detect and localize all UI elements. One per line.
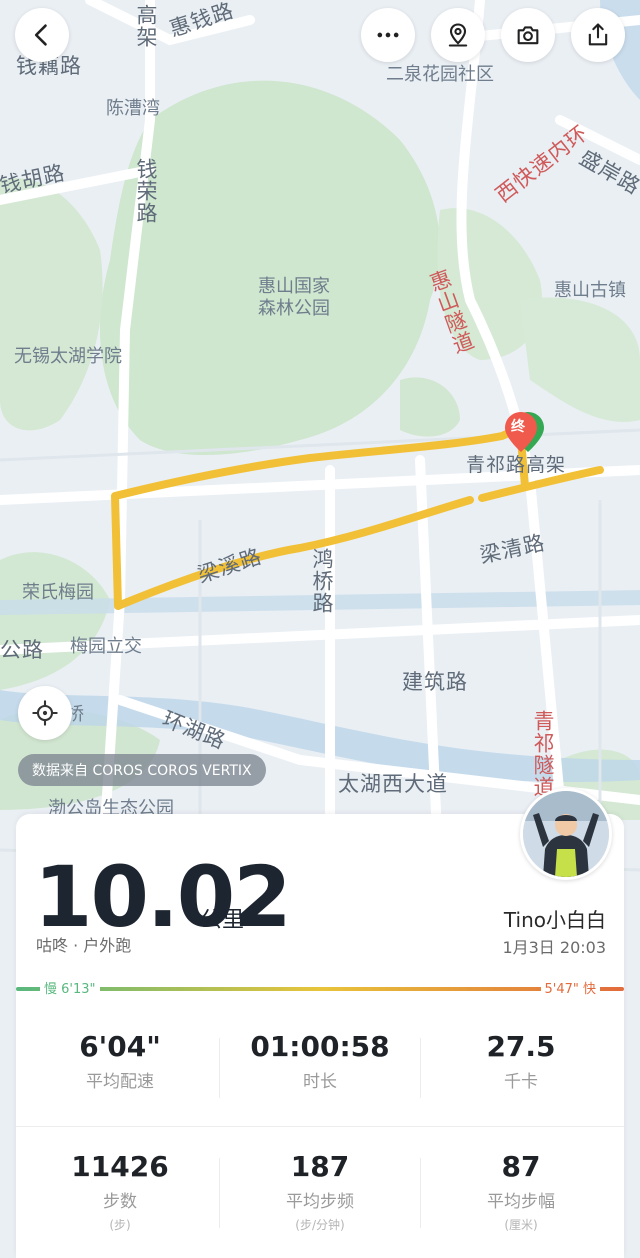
stat-unit: (步) [109, 1218, 131, 1232]
data-source-badge: 数据来自 COROS COROS VERTIX [18, 754, 266, 786]
end-marker-pin[interactable]: 终 [504, 410, 546, 458]
more-button[interactable] [361, 8, 415, 62]
stat-label: 平均配速 [86, 1072, 154, 1092]
crosshair-icon [32, 700, 58, 726]
stat-label: 平均步频 [286, 1192, 354, 1212]
stat-value: 11426 [71, 1150, 169, 1183]
pace-gradient-bar [16, 987, 624, 991]
map-label: 太湖西大道 [338, 772, 448, 796]
stat-cadence: 187 平均步频 (步/分钟) [220, 1150, 420, 1233]
avatar-image [523, 791, 609, 877]
stat-value: 87 [501, 1150, 541, 1183]
stat-avg-pace: 6'04" 平均配速 [20, 1030, 220, 1092]
stat-calories: 27.5 千卡 [421, 1030, 621, 1092]
camera-icon [517, 26, 539, 45]
user-name[interactable]: Tino小白白 [504, 904, 606, 933]
map-label: 鸿桥路 [310, 548, 334, 614]
stat-value: 187 [290, 1150, 350, 1183]
stat-value: 27.5 [486, 1030, 556, 1063]
map-label: 钱荣路 [134, 158, 158, 224]
stat-steps: 11426 步数 (步) [20, 1150, 220, 1233]
more-dots-icon [377, 32, 399, 38]
chevron-left-icon [34, 24, 47, 46]
map-label: 惠山古镇 [554, 280, 626, 301]
stat-unit: (步/分钟) [295, 1218, 345, 1232]
map-label: 荣氏梅园 [22, 582, 94, 603]
back-button[interactable] [15, 8, 69, 62]
stat-duration: 01:00:58 时长 [220, 1030, 420, 1092]
map-label: 梅园立交 [70, 636, 142, 657]
map-label: 公路 [0, 638, 44, 662]
pace-slow-label: 慢 6'13" [40, 978, 100, 997]
stat-unit: (厘米) [504, 1218, 538, 1232]
map-label: 无锡太湖学院 [14, 346, 122, 367]
activity-summary-card: 10.02 公里 咕咚 · 户外跑 Tino小白白 1月3日 20:03 慢 6… [16, 814, 624, 1258]
stat-label: 千卡 [504, 1072, 538, 1092]
location-pin-icon [448, 23, 468, 47]
share-button[interactable] [571, 8, 625, 62]
camera-button[interactable] [501, 8, 555, 62]
activity-type: 咕咚 · 户外跑 [36, 936, 132, 955]
map-label: 高架 [134, 4, 158, 48]
stat-stride: 87 平均步幅 (厘米) [421, 1150, 621, 1233]
end-marker-label: 终 [511, 419, 525, 435]
stat-value: 6'04" [79, 1030, 161, 1063]
stat-label: 步数 [103, 1192, 137, 1212]
location-pin-button[interactable] [431, 8, 485, 62]
stat-row-divider [16, 1126, 624, 1127]
pace-fast-label: 5'47" 快 [540, 978, 600, 997]
stat-label: 平均步幅 [487, 1192, 555, 1212]
map-label: 二泉花园社区 [386, 64, 494, 85]
share-icon [588, 23, 608, 46]
locate-button[interactable] [18, 686, 72, 740]
stat-value: 01:00:58 [250, 1030, 390, 1063]
map-label: 惠山国家 森林公园 [258, 276, 330, 319]
map-label: 青祁隧道 [531, 710, 555, 798]
stat-label: 时长 [303, 1072, 337, 1092]
avatar[interactable] [520, 788, 612, 880]
map-label: 陈漕湾 [106, 98, 160, 119]
distance-unit: 公里 [200, 908, 245, 933]
activity-date-time: 1月3日 20:03 [502, 938, 606, 957]
map-label: 建筑路 [402, 670, 468, 694]
